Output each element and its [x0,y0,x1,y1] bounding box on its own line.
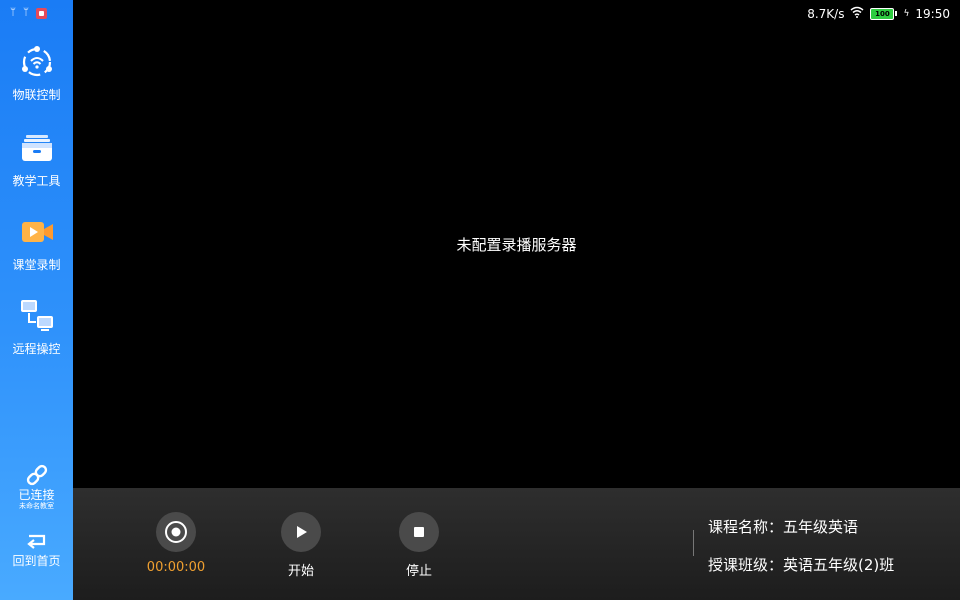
video-camera-icon [19,214,55,250]
course-name-label: 课程名称： [708,518,784,536]
toolbox-icon [19,130,55,166]
course-name: 课程名称：五年级英语 [708,516,858,537]
remote-control-icon [19,298,55,334]
start-control[interactable]: 开始 [261,512,341,579]
usb-icon: ᛘ [23,7,29,18]
status-bar: 8.7K/s 100 ϟ 19:50 [807,6,950,21]
stop-control[interactable]: 停止 [379,512,459,579]
net-speed: 8.7K/s [807,6,845,21]
sidebar-item-label: 教学工具 [12,174,61,188]
return-icon [0,532,73,554]
sidebar-item-iot-control[interactable]: 物联控制 [0,44,73,103]
sidebar-item-teaching-tools[interactable]: 教学工具 [0,130,73,189]
recording-server-message: 未配置录播服务器 [456,236,577,254]
battery-icon: 100 [870,7,898,20]
record-control[interactable]: 00:00:00 [136,512,216,575]
record-timer: 00:00:00 [146,560,206,575]
record-icon [165,521,187,543]
start-label: 开始 [287,564,314,579]
class-name: 授课班级：英语五年级(2)班 [708,554,894,575]
usb-icon: ᛘ [10,7,16,18]
charging-icon: ϟ [903,8,910,19]
status-icons-left: ᛘ ᛘ [10,6,47,20]
sidebar-item-class-recording[interactable]: 课堂录制 [0,214,73,273]
play-icon [297,526,307,538]
course-name-value: 五年级英语 [783,518,859,536]
connection-label: 已连接 [18,488,55,502]
home-button[interactable]: 回到首页 [0,532,73,568]
classroom-name: 未命名教室 [19,502,54,510]
battery-level: 100 [870,7,895,20]
screen-record-icon [36,7,47,19]
class-name-label: 授课班级： [708,556,784,574]
sidebar-item-remote-control[interactable]: 远程操控 [0,298,73,357]
stop-button[interactable] [399,512,439,552]
sidebar-item-label: 课堂录制 [12,258,61,272]
stop-label: 停止 [405,564,432,579]
sidebar-item-label: 物联控制 [12,88,61,102]
iot-control-icon [19,44,55,80]
stop-icon [414,527,424,537]
link-icon [0,462,73,488]
class-name-value: 英语五年级(2)班 [783,556,895,574]
divider [693,530,694,556]
connection-status[interactable]: 已连接 未命名教室 [0,462,73,511]
home-label: 回到首页 [12,554,61,568]
wifi-icon [850,6,864,21]
sidebar-item-label: 远程操控 [12,342,61,356]
start-button[interactable] [281,512,321,552]
sidebar: ᛘ ᛘ 物联控制 教学工具 课堂录制 远程操控 已连接 未命名教室 回到首页 [0,0,73,600]
clock: 19:50 [915,6,950,21]
recording-control-bar: 00:00:00 开始 停止 课程名称：五年级英语 授课班级：英语五年级(2)班 [73,488,960,600]
record-button[interactable] [156,512,196,552]
